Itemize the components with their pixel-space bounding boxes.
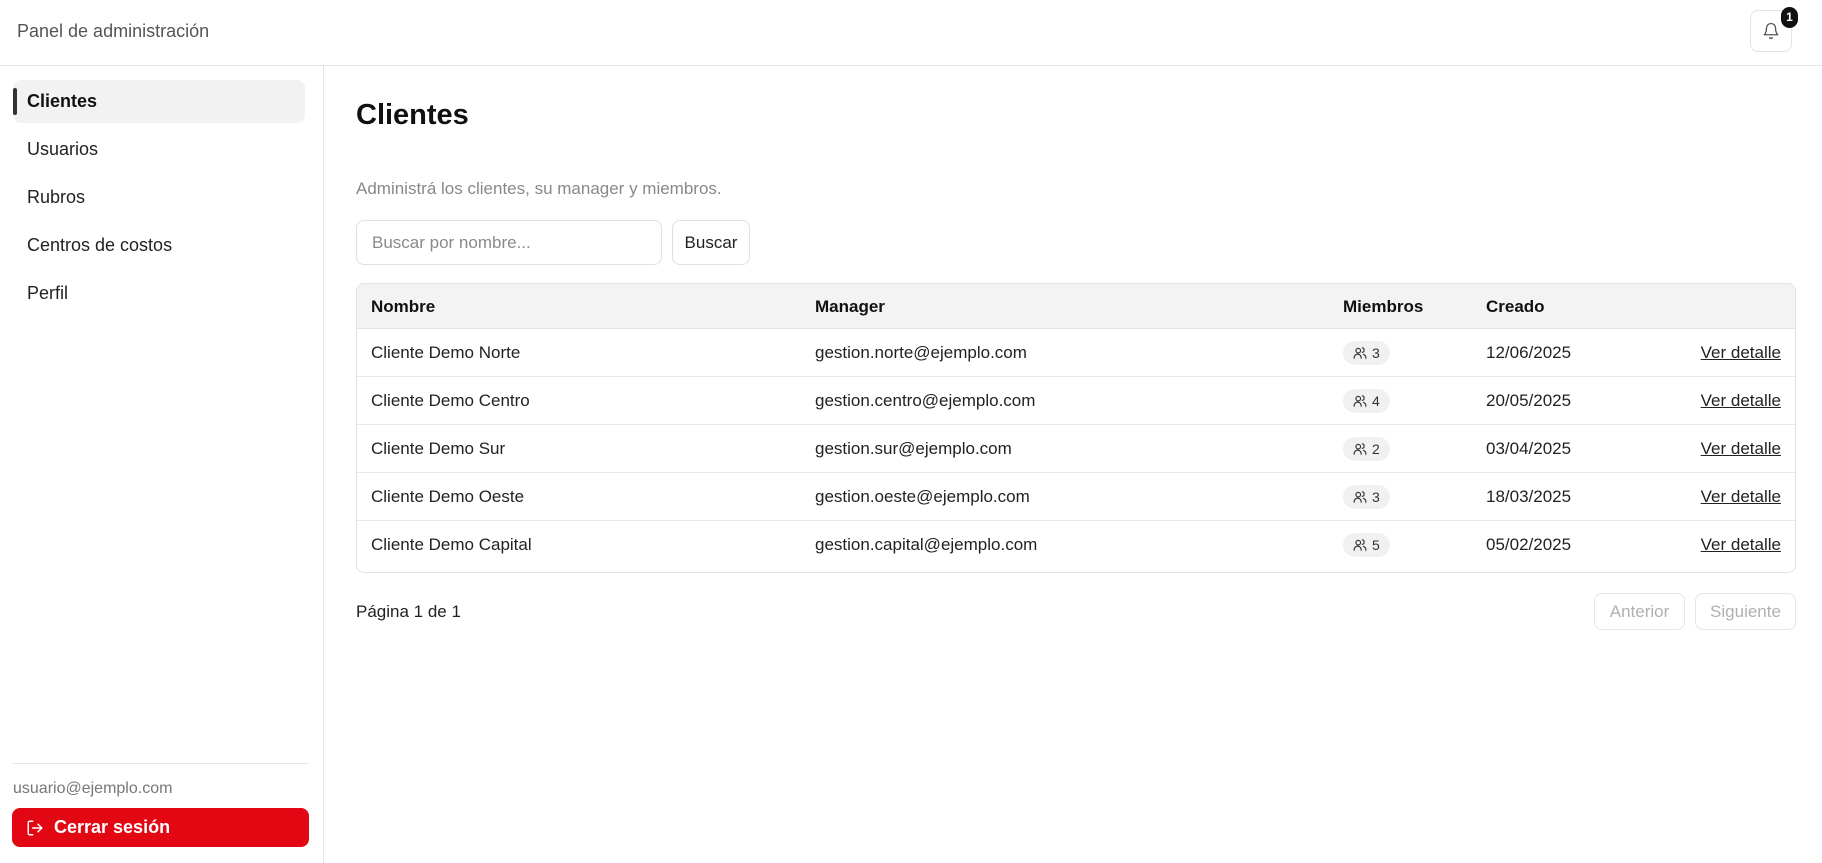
cell-nombre: Cliente Demo Capital [371,535,532,554]
table-row: Cliente Demo Norte gestion.norte@ejemplo… [357,329,1795,377]
column-header-creado: Creado [1486,297,1545,316]
users-icon [1353,491,1367,503]
cell-creado: 18/03/2025 [1486,487,1572,506]
members-count: 5 [1372,537,1380,553]
pagination-status: Página 1 de 1 [356,602,461,621]
logout-button[interactable]: Cerrar sesión [12,808,309,847]
users-icon [1353,443,1367,455]
cell-nombre: Cliente Demo Centro [371,391,530,410]
sidebar-item-perfil[interactable]: Perfil [13,272,305,315]
logout-icon [27,820,43,835]
users-icon [1353,539,1367,551]
members-badge: 5 [1343,533,1390,557]
cell-creado: 12/06/2025 [1486,343,1572,362]
sidebar-item-usuarios[interactable]: Usuarios [13,128,305,171]
members-count: 2 [1372,441,1380,457]
previous-page-button[interactable]: Anterior [1594,593,1685,630]
table-header: Nombre Manager Miembros Creado [357,284,1795,329]
cell-manager: gestion.norte@ejemplo.com [815,343,1027,362]
column-header-manager: Manager [815,297,885,316]
members-count: 3 [1372,489,1380,505]
cell-manager: gestion.sur@ejemplo.com [815,439,1012,458]
sidebar-item-clientes[interactable]: Clientes [13,80,305,123]
users-icon [1353,395,1367,407]
members-count: 4 [1372,393,1380,409]
column-header-nombre: Nombre [371,297,436,316]
column-header-miembros: Miembros [1343,297,1424,316]
notification-count-badge: 1 [1781,7,1798,28]
members-badge: 3 [1343,341,1390,365]
search-button[interactable]: Buscar [672,220,750,265]
page-subtitle: Administrá los clientes, su manager y mi… [356,179,722,198]
clients-table: Nombre Manager Miembros Creado Cliente D… [356,283,1796,573]
view-detail-link[interactable]: Ver detalle [1701,473,1781,521]
next-page-button[interactable]: Siguiente [1695,593,1796,630]
view-detail-link[interactable]: Ver detalle [1701,377,1781,425]
search-input[interactable] [356,220,662,265]
cell-nombre: Cliente Demo Norte [371,343,521,362]
cell-creado: 20/05/2025 [1486,391,1572,410]
main-content: Clientes Administrá los clientes, su man… [324,66,1822,863]
users-icon [1353,347,1367,359]
cell-creado: 05/02/2025 [1486,535,1572,554]
cell-nombre: Cliente Demo Oeste [371,487,525,506]
members-badge: 3 [1343,485,1390,509]
cell-nombre: Cliente Demo Sur [371,439,506,458]
user-email: usuario@ejemplo.com [13,780,173,797]
sidebar: Clientes Usuarios Rubros Centros de cost… [0,66,324,863]
table-row: Cliente Demo Centro gestion.centro@ejemp… [357,377,1795,425]
table-row: Cliente Demo Oeste gestion.oeste@ejemplo… [357,473,1795,521]
sidebar-divider [13,763,309,764]
page-title: Clientes [356,99,469,131]
view-detail-link[interactable]: Ver detalle [1701,329,1781,377]
bell-icon [1763,22,1779,40]
view-detail-link[interactable]: Ver detalle [1701,425,1781,473]
cell-manager: gestion.oeste@ejemplo.com [815,487,1030,506]
members-badge: 4 [1343,389,1390,413]
logout-label: Cerrar sesión [54,817,171,837]
cell-manager: gestion.centro@ejemplo.com [815,391,1036,410]
table-row: Cliente Demo Sur gestion.sur@ejemplo.com… [357,425,1795,473]
cell-creado: 03/04/2025 [1486,439,1572,458]
sidebar-item-centros-de-costos[interactable]: Centros de costos [13,224,305,267]
members-count: 3 [1372,345,1380,361]
top-bar: Panel de administración 1 [0,0,1822,66]
cell-manager: gestion.capital@ejemplo.com [815,535,1038,554]
app-title: Panel de administración [17,21,210,41]
view-detail-link[interactable]: Ver detalle [1701,521,1781,569]
members-badge: 2 [1343,437,1390,461]
sidebar-item-rubros[interactable]: Rubros [13,176,305,219]
table-row: Cliente Demo Capital gestion.capital@eje… [357,521,1795,569]
